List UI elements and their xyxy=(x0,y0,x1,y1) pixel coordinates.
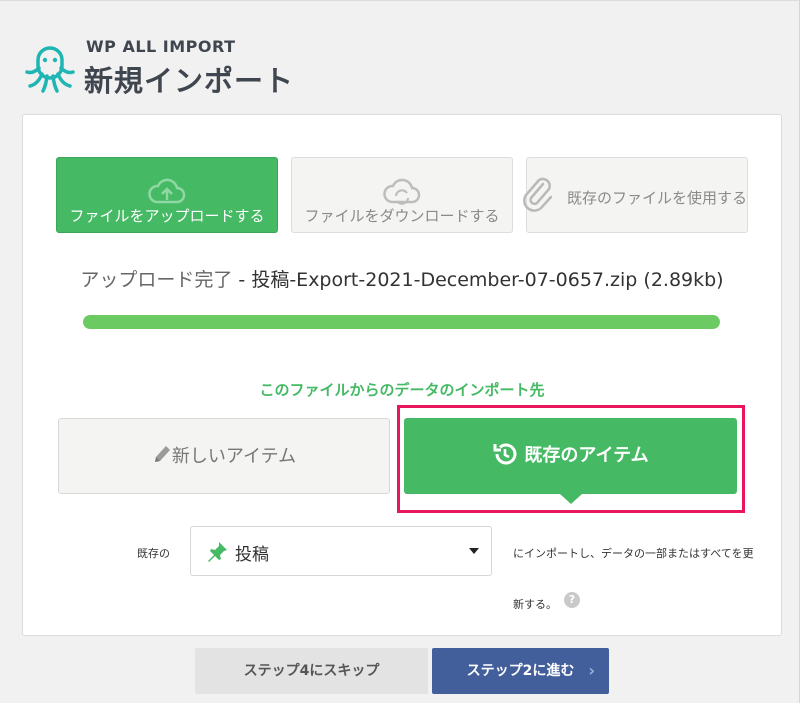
caret-down-icon xyxy=(469,548,479,554)
upload-file-button[interactable]: ファイルをアップロードする xyxy=(56,157,278,233)
existing-description-line1: にインポートし、データの一部またはすべてを更 xyxy=(513,547,754,560)
upload-status-separator: - xyxy=(232,269,252,291)
skip-to-step4-button[interactable]: ステップ4にスキップ xyxy=(195,648,428,694)
use-existing-file-label: 既存のファイルを使用する xyxy=(567,189,748,207)
upload-status-text: アップロード完了 xyxy=(80,269,233,291)
existing-description-line2: 新する。 xyxy=(513,598,557,611)
import-destination-heading: このファイルからのデータのインポート先 xyxy=(259,381,545,399)
download-file-button[interactable]: ファイルをダウンロードする xyxy=(291,157,513,233)
pencil-icon xyxy=(154,446,170,462)
post-type-value: 投稿 xyxy=(235,545,269,565)
continue-to-step2-label: ステップ2に進む xyxy=(466,663,575,679)
import-panel: ファイルをアップロードする ファイルをダウンロードする 既存のファイルを使用する… xyxy=(22,114,782,636)
pushpin-icon xyxy=(208,542,227,562)
continue-to-step2-button[interactable]: ステップ2に進む › xyxy=(432,648,609,694)
new-items-label: 新しいアイテム xyxy=(171,446,297,467)
existing-items-button[interactable]: 既存のアイテム xyxy=(404,418,737,504)
brand-name: WP ALL IMPORT xyxy=(86,37,236,56)
page-title: 新規インポート xyxy=(84,64,295,98)
paperclip-icon xyxy=(523,177,553,212)
existing-items-label: 既存のアイテム xyxy=(524,445,649,466)
upload-progress-fill xyxy=(83,315,720,329)
post-type-select[interactable]: 投稿 xyxy=(190,526,492,576)
upload-progress-bar xyxy=(83,315,720,329)
uploaded-filename: 投稿-Export-2021-December-07-0657.zip xyxy=(251,269,638,291)
use-existing-file-button[interactable]: 既存のファイルを使用する xyxy=(523,157,748,233)
cloud-sync-icon xyxy=(383,178,421,205)
upload-status: アップロード完了 - 投稿-Export-2021-December-07-06… xyxy=(23,265,781,292)
cloud-upload-icon xyxy=(148,178,186,204)
existing-prefix-label: 既存の xyxy=(137,547,170,560)
top-border xyxy=(0,0,800,1)
chevron-right-icon: › xyxy=(588,661,595,680)
download-file-label: ファイルをダウンロードする xyxy=(304,207,500,225)
history-clock-icon xyxy=(493,443,517,465)
selected-pointer-arrow xyxy=(559,494,582,504)
new-items-button[interactable]: 新しいアイテム xyxy=(58,418,390,494)
uploaded-filesize: (2.89kb) xyxy=(643,269,724,291)
octopus-logo-icon xyxy=(25,46,75,93)
help-icon[interactable]: ? xyxy=(564,592,580,608)
upload-file-label: ファイルをアップロードする xyxy=(69,207,265,225)
